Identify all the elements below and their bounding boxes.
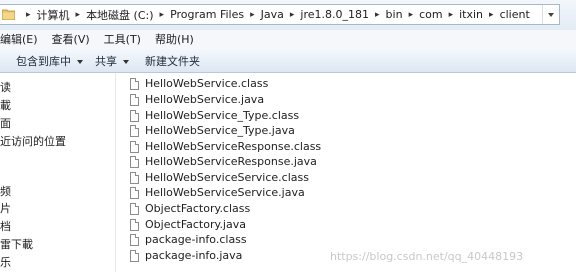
nav-item[interactable]: 雷下載: [0, 236, 33, 252]
menu-view[interactable]: 查看(V): [52, 31, 96, 47]
breadcrumb-com[interactable]: com: [419, 8, 443, 21]
new-folder-button[interactable]: 新建文件夹: [145, 53, 200, 69]
nav-item[interactable]: 乐: [0, 254, 11, 270]
breadcrumb-jre[interactable]: jre1.8.0_181: [300, 8, 369, 21]
file-icon: [130, 93, 139, 106]
file-icon: [130, 171, 139, 184]
file-item[interactable]: HelloWebServiceResponse.java: [130, 154, 317, 169]
address-dropdown-icon[interactable]: [542, 5, 559, 24]
file-item[interactable]: HelloWebServiceService.class: [130, 170, 309, 185]
breadcrumb-local-disk[interactable]: 本地磁盘 (C:): [86, 7, 153, 23]
file-name: HelloWebService_Type.class: [145, 109, 300, 122]
file-name: HelloWebService.class: [145, 77, 269, 90]
nav-item[interactable]: 档: [0, 218, 11, 234]
file-icon: [130, 249, 139, 262]
menu-help[interactable]: 帮助(H): [155, 31, 200, 47]
include-in-library-button[interactable]: 包含到库中: [16, 53, 83, 69]
file-name: HelloWebService.java: [145, 93, 265, 106]
breadcrumb-separator-icon[interactable]: ▸: [26, 10, 31, 20]
breadcrumb-computer[interactable]: 计算机: [37, 7, 70, 23]
file-icon: [130, 186, 139, 199]
breadcrumb-separator-icon[interactable]: ▸: [489, 10, 494, 20]
chevron-down-icon: [123, 60, 129, 64]
nav-item[interactable]: 读: [0, 79, 11, 95]
new-folder-label: 新建文件夹: [145, 55, 200, 68]
file-name: ObjectFactory.class: [145, 202, 251, 215]
breadcrumb-program-files[interactable]: Program Files: [170, 8, 244, 21]
file-item[interactable]: package-info.java: [130, 248, 242, 263]
nav-item-recent-places[interactable]: 近访问的位置: [0, 133, 66, 149]
file-name: HelloWebService_Type.java: [145, 124, 295, 137]
share-label: 共享: [95, 55, 117, 68]
command-bar: 包含到库中 共享 新建文件夹: [0, 48, 576, 73]
watermark: https://blog.csdn.net/qq_40448193: [330, 250, 524, 263]
breadcrumb-separator-icon[interactable]: ▸: [409, 10, 414, 20]
file-name: ObjectFactory.java: [145, 218, 246, 231]
file-item[interactable]: HelloWebServiceResponse.class: [130, 139, 321, 154]
folder-icon: [2, 9, 15, 20]
file-icon: [130, 77, 139, 90]
navigation-pane: 读 載 面 近访问的位置 频 片 档 雷下載 乐: [0, 73, 116, 272]
breadcrumb-client[interactable]: client: [500, 8, 530, 21]
breadcrumb: ▸ 计算机 ▸ 本地磁盘 (C:) ▸ Program Files ▸ Java…: [20, 5, 530, 24]
nav-item[interactable]: 面: [0, 115, 11, 131]
file-icon: [130, 233, 139, 246]
breadcrumb-itxin[interactable]: itxin: [459, 8, 483, 21]
file-item[interactable]: HelloWebService_Type.class: [130, 108, 299, 123]
file-item[interactable]: package-info.class: [130, 232, 247, 247]
breadcrumb-bin[interactable]: bin: [386, 8, 403, 21]
file-icon: [130, 124, 139, 137]
file-icon: [130, 202, 139, 215]
menu-bar: 编辑(E) 查看(V) 工具(T) 帮助(H): [0, 30, 576, 49]
file-name: HelloWebServiceService.java: [145, 186, 305, 199]
file-name: package-info.class: [145, 233, 247, 246]
breadcrumb-separator-icon[interactable]: ▸: [76, 10, 81, 20]
breadcrumb-separator-icon[interactable]: ▸: [250, 10, 255, 20]
menu-edit[interactable]: 编辑(E): [0, 31, 44, 47]
address-box[interactable]: ▸ 计算机 ▸ 本地磁盘 (C:) ▸ Program Files ▸ Java…: [0, 4, 560, 25]
file-item[interactable]: ObjectFactory.class: [130, 201, 250, 216]
file-item[interactable]: HelloWebService_Type.java: [130, 123, 295, 138]
file-name: HelloWebServiceResponse.java: [145, 155, 317, 168]
breadcrumb-separator-icon[interactable]: ▸: [160, 10, 165, 20]
share-button[interactable]: 共享: [95, 53, 129, 69]
file-icon: [130, 155, 139, 168]
file-item[interactable]: HelloWebService.java: [130, 92, 264, 107]
file-item[interactable]: HelloWebServiceService.java: [130, 185, 305, 200]
file-name: package-info.java: [145, 249, 243, 262]
file-icon: [130, 218, 139, 231]
file-name: HelloWebServiceResponse.class: [145, 140, 322, 153]
file-item[interactable]: HelloWebService.class: [130, 76, 268, 91]
breadcrumb-separator-icon[interactable]: ▸: [290, 10, 295, 20]
include-in-library-label: 包含到库中: [16, 55, 71, 68]
file-icon: [130, 140, 139, 153]
menu-tools[interactable]: 工具(T): [104, 31, 147, 47]
file-name: HelloWebServiceService.class: [145, 171, 309, 184]
nav-item[interactable]: 片: [0, 200, 11, 216]
nav-item[interactable]: 載: [0, 97, 11, 113]
file-item[interactable]: ObjectFactory.java: [130, 217, 246, 232]
file-icon: [130, 109, 139, 122]
breadcrumb-separator-icon[interactable]: ▸: [375, 10, 380, 20]
breadcrumb-separator-icon[interactable]: ▸: [449, 10, 454, 20]
breadcrumb-java[interactable]: Java: [261, 8, 284, 21]
address-bar: ▸ 计算机 ▸ 本地磁盘 (C:) ▸ Program Files ▸ Java…: [0, 0, 576, 31]
chevron-down-icon: [77, 60, 83, 64]
nav-item[interactable]: 频: [0, 183, 11, 199]
